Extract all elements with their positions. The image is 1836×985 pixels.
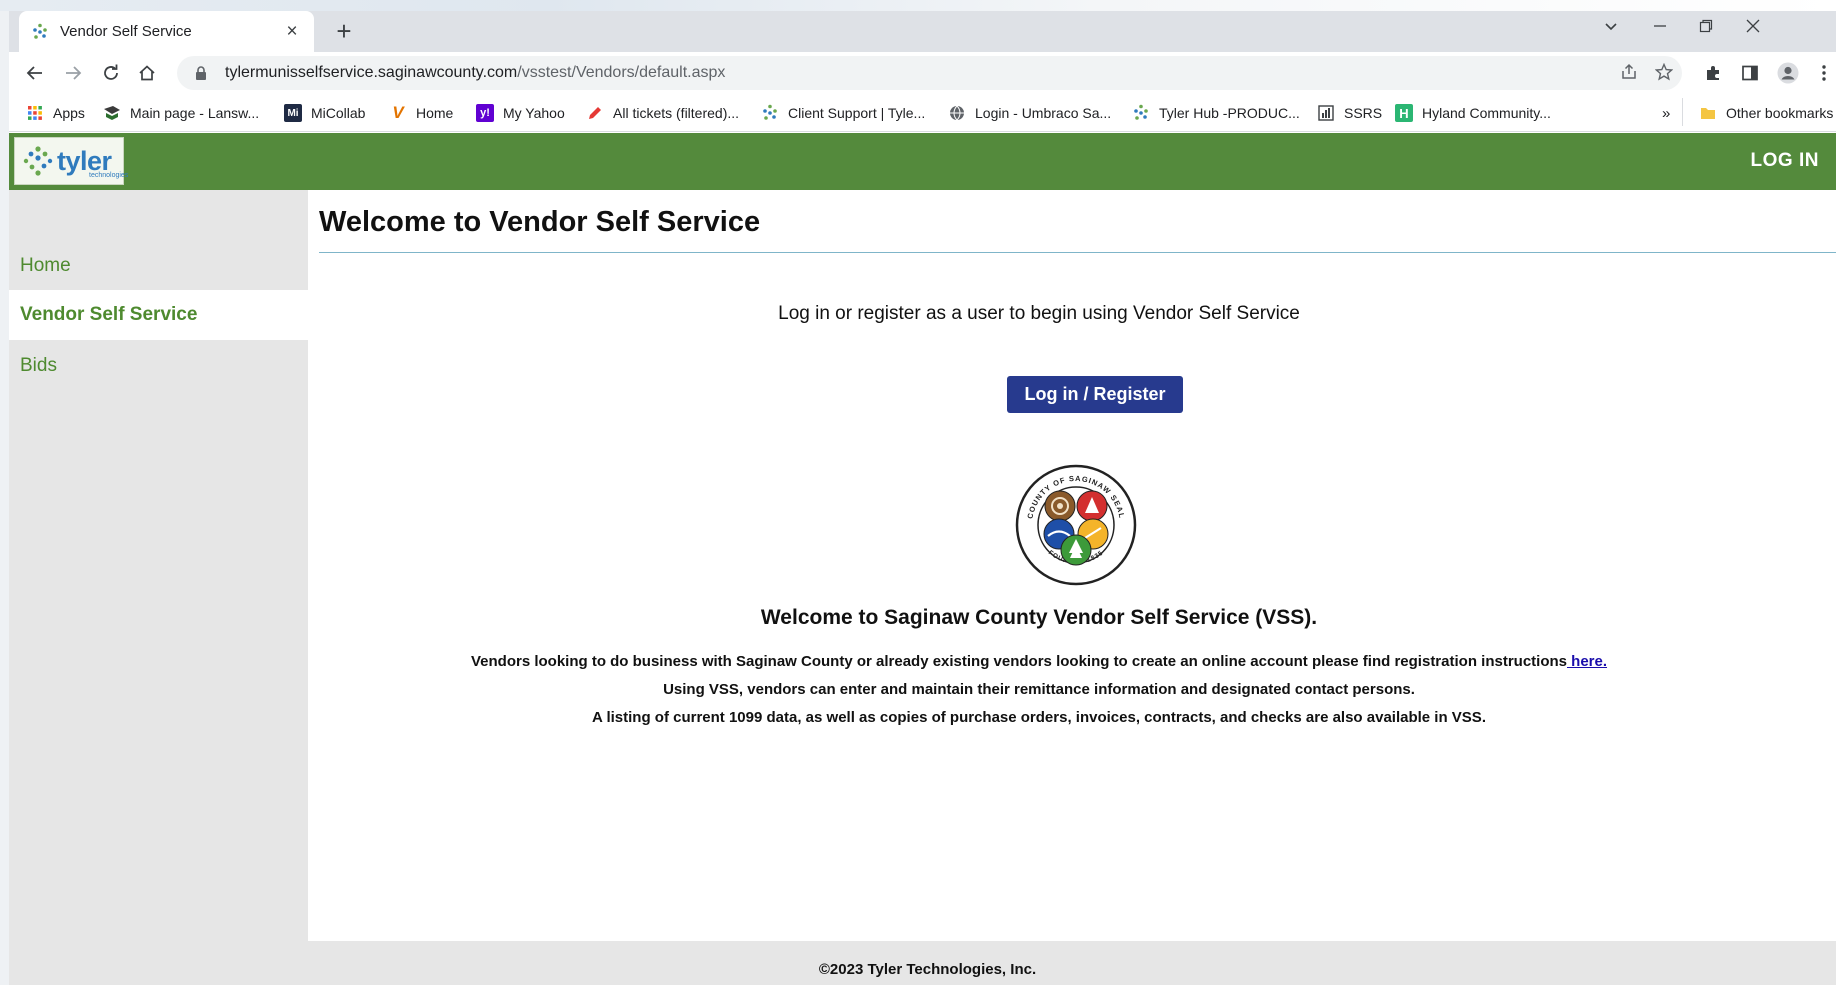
chrome-menu-icon[interactable]: [1810, 59, 1836, 87]
sidebar: Home Vendor Self Service Bids: [9, 190, 308, 941]
bookmarks-bar: Apps Main page - Lansw... Mi MiCollab V …: [9, 94, 1836, 132]
bookmark-label: Home: [416, 105, 454, 121]
report-icon: [1317, 104, 1335, 122]
lansweeper-icon: [103, 104, 121, 122]
tyler-logo[interactable]: tyler technologies: [14, 137, 128, 185]
back-arrow-icon[interactable]: [21, 59, 49, 87]
url-text: tylermunisselfservice.saginawcounty.com/…: [225, 64, 725, 82]
saginaw-county-seal: COUNTY OF SAGINAW SEAL FOUNDED 1835: [1015, 464, 1137, 586]
bookmark-ssrs[interactable]: SSRS: [1317, 103, 1382, 123]
pencil-icon: [586, 104, 604, 122]
bookmarks-overflow[interactable]: »: [1662, 103, 1670, 123]
micollab-icon: Mi: [284, 104, 302, 122]
globe-icon: [948, 104, 966, 122]
tab-close-icon[interactable]: ×: [282, 22, 302, 41]
restore-icon[interactable]: [1686, 11, 1726, 47]
bookmark-label: My Yahoo: [503, 105, 565, 121]
new-tab-button[interactable]: +: [329, 17, 359, 47]
tab-search-icon[interactable]: [1591, 11, 1631, 47]
bookmark-star-icon[interactable]: [1653, 62, 1675, 85]
bookmark-label: MiCollab: [311, 105, 366, 121]
bookmark-hyland[interactable]: H Hyland Community...: [1395, 103, 1551, 123]
bookmark-umbraco[interactable]: Login - Umbraco Sa...: [948, 103, 1111, 123]
registration-paragraph: Vendors looking to do business with Sagi…: [308, 653, 1770, 670]
other-bookmarks[interactable]: Other bookmarks: [1699, 103, 1833, 123]
url-path: /vsstest/Vendors/default.aspx: [517, 64, 726, 81]
address-bar[interactable]: tylermunisselfservice.saginawcounty.com/…: [177, 56, 1682, 90]
bookmark-label: SSRS: [1344, 105, 1383, 121]
share-icon[interactable]: [1618, 63, 1640, 85]
sidebar-item-home[interactable]: Home: [9, 241, 308, 291]
minimize-icon[interactable]: [1640, 11, 1680, 47]
bookmark-all-tickets[interactable]: All tickets (filtered)...: [586, 103, 739, 123]
app-header: tyler technologies LOG IN: [9, 133, 1836, 190]
close-window-icon[interactable]: [1733, 11, 1773, 47]
sidebar-item-bids[interactable]: Bids: [9, 341, 308, 391]
tyler-icon: [761, 104, 779, 122]
tab-strip: Vendor Self Service × +: [9, 11, 1836, 52]
login-register-button[interactable]: Log in / Register: [1007, 376, 1183, 413]
bookmark-apps[interactable]: Apps: [26, 103, 85, 123]
intro-text: Log in or register as a user to begin us…: [778, 303, 1300, 324]
browser-window: Vendor Self Service × + tylermunisselfse…: [0, 0, 1836, 985]
bookmark-micollab[interactable]: Mi MiCollab: [284, 103, 365, 123]
bookmark-label: Client Support | Tyle...: [788, 105, 926, 121]
lock-icon: [195, 66, 207, 85]
header-login-link[interactable]: LOG IN: [1751, 150, 1819, 172]
tyler-logo-icon: [23, 146, 53, 176]
tyler-favicon-icon: [31, 23, 49, 41]
bookmark-label: Other bookmarks: [1726, 105, 1834, 121]
forward-arrow-icon[interactable]: [59, 59, 87, 87]
bookmark-label: Tyler Hub -PRODUC...: [1159, 105, 1300, 121]
bookmark-label: Hyland Community...: [1422, 105, 1551, 121]
v-check-icon: V: [392, 103, 404, 122]
desktop-background: [0, 0, 1836, 11]
bookmark-label: Login - Umbraco Sa...: [975, 105, 1112, 121]
home-icon[interactable]: [133, 59, 161, 87]
bookmark-home[interactable]: V Home: [389, 103, 453, 123]
logo-subtitle: technologies: [89, 172, 129, 179]
remittance-paragraph: Using VSS, vendors can enter and maintai…: [663, 681, 1415, 698]
bookmark-client-support[interactable]: Client Support | Tyle...: [761, 103, 925, 123]
tyler-icon: [1132, 104, 1150, 122]
bookmarks-divider: [1682, 98, 1683, 126]
extensions-icon[interactable]: [1699, 59, 1727, 87]
url-domain: tylermunisselfservice.saginawcounty.com: [225, 64, 518, 81]
tab-title: Vendor Self Service: [60, 23, 192, 40]
registration-here-link[interactable]: here.: [1567, 653, 1607, 670]
browser-toolbar: tylermunisselfservice.saginawcounty.com/…: [9, 52, 1836, 94]
registration-text: Vendors looking to do business with Sagi…: [470, 653, 1567, 670]
reload-icon[interactable]: [97, 59, 125, 87]
yahoo-icon: y!: [476, 104, 494, 122]
side-panel-icon[interactable]: [1736, 59, 1764, 87]
bookmark-label: Apps: [53, 105, 85, 121]
welcome-headline: Welcome to Saginaw County Vendor Self Se…: [760, 606, 1318, 629]
page-title: Welcome to Vendor Self Service: [319, 206, 761, 238]
bookmark-my-yahoo[interactable]: y! My Yahoo: [476, 103, 565, 123]
apps-grid-icon: [26, 104, 44, 122]
copyright-text: ©2023 Tyler Technologies, Inc.: [818, 961, 1037, 978]
hyland-icon: H: [1395, 104, 1413, 122]
bookmark-tyler-hub[interactable]: Tyler Hub -PRODUC...: [1132, 103, 1300, 123]
page-footer: ©2023 Tyler Technologies, Inc.: [9, 941, 1836, 985]
bookmark-label: All tickets (filtered)...: [613, 105, 740, 121]
profile-avatar-icon[interactable]: [1774, 59, 1802, 87]
sidebar-item-vendor-self-service[interactable]: Vendor Self Service: [9, 290, 308, 340]
folder-icon: [1699, 104, 1717, 122]
bookmark-lansweeper[interactable]: Main page - Lansw...: [103, 103, 259, 123]
bookmark-label: Main page - Lansw...: [130, 105, 260, 121]
browser-tab[interactable]: Vendor Self Service ×: [19, 11, 314, 52]
main-content: Welcome to Vendor Self Service Log in or…: [308, 190, 1836, 941]
data-listing-paragraph: A listing of current 1099 data, as well …: [592, 709, 1486, 726]
desktop-edge: [0, 11, 9, 985]
title-divider: [319, 252, 1836, 253]
